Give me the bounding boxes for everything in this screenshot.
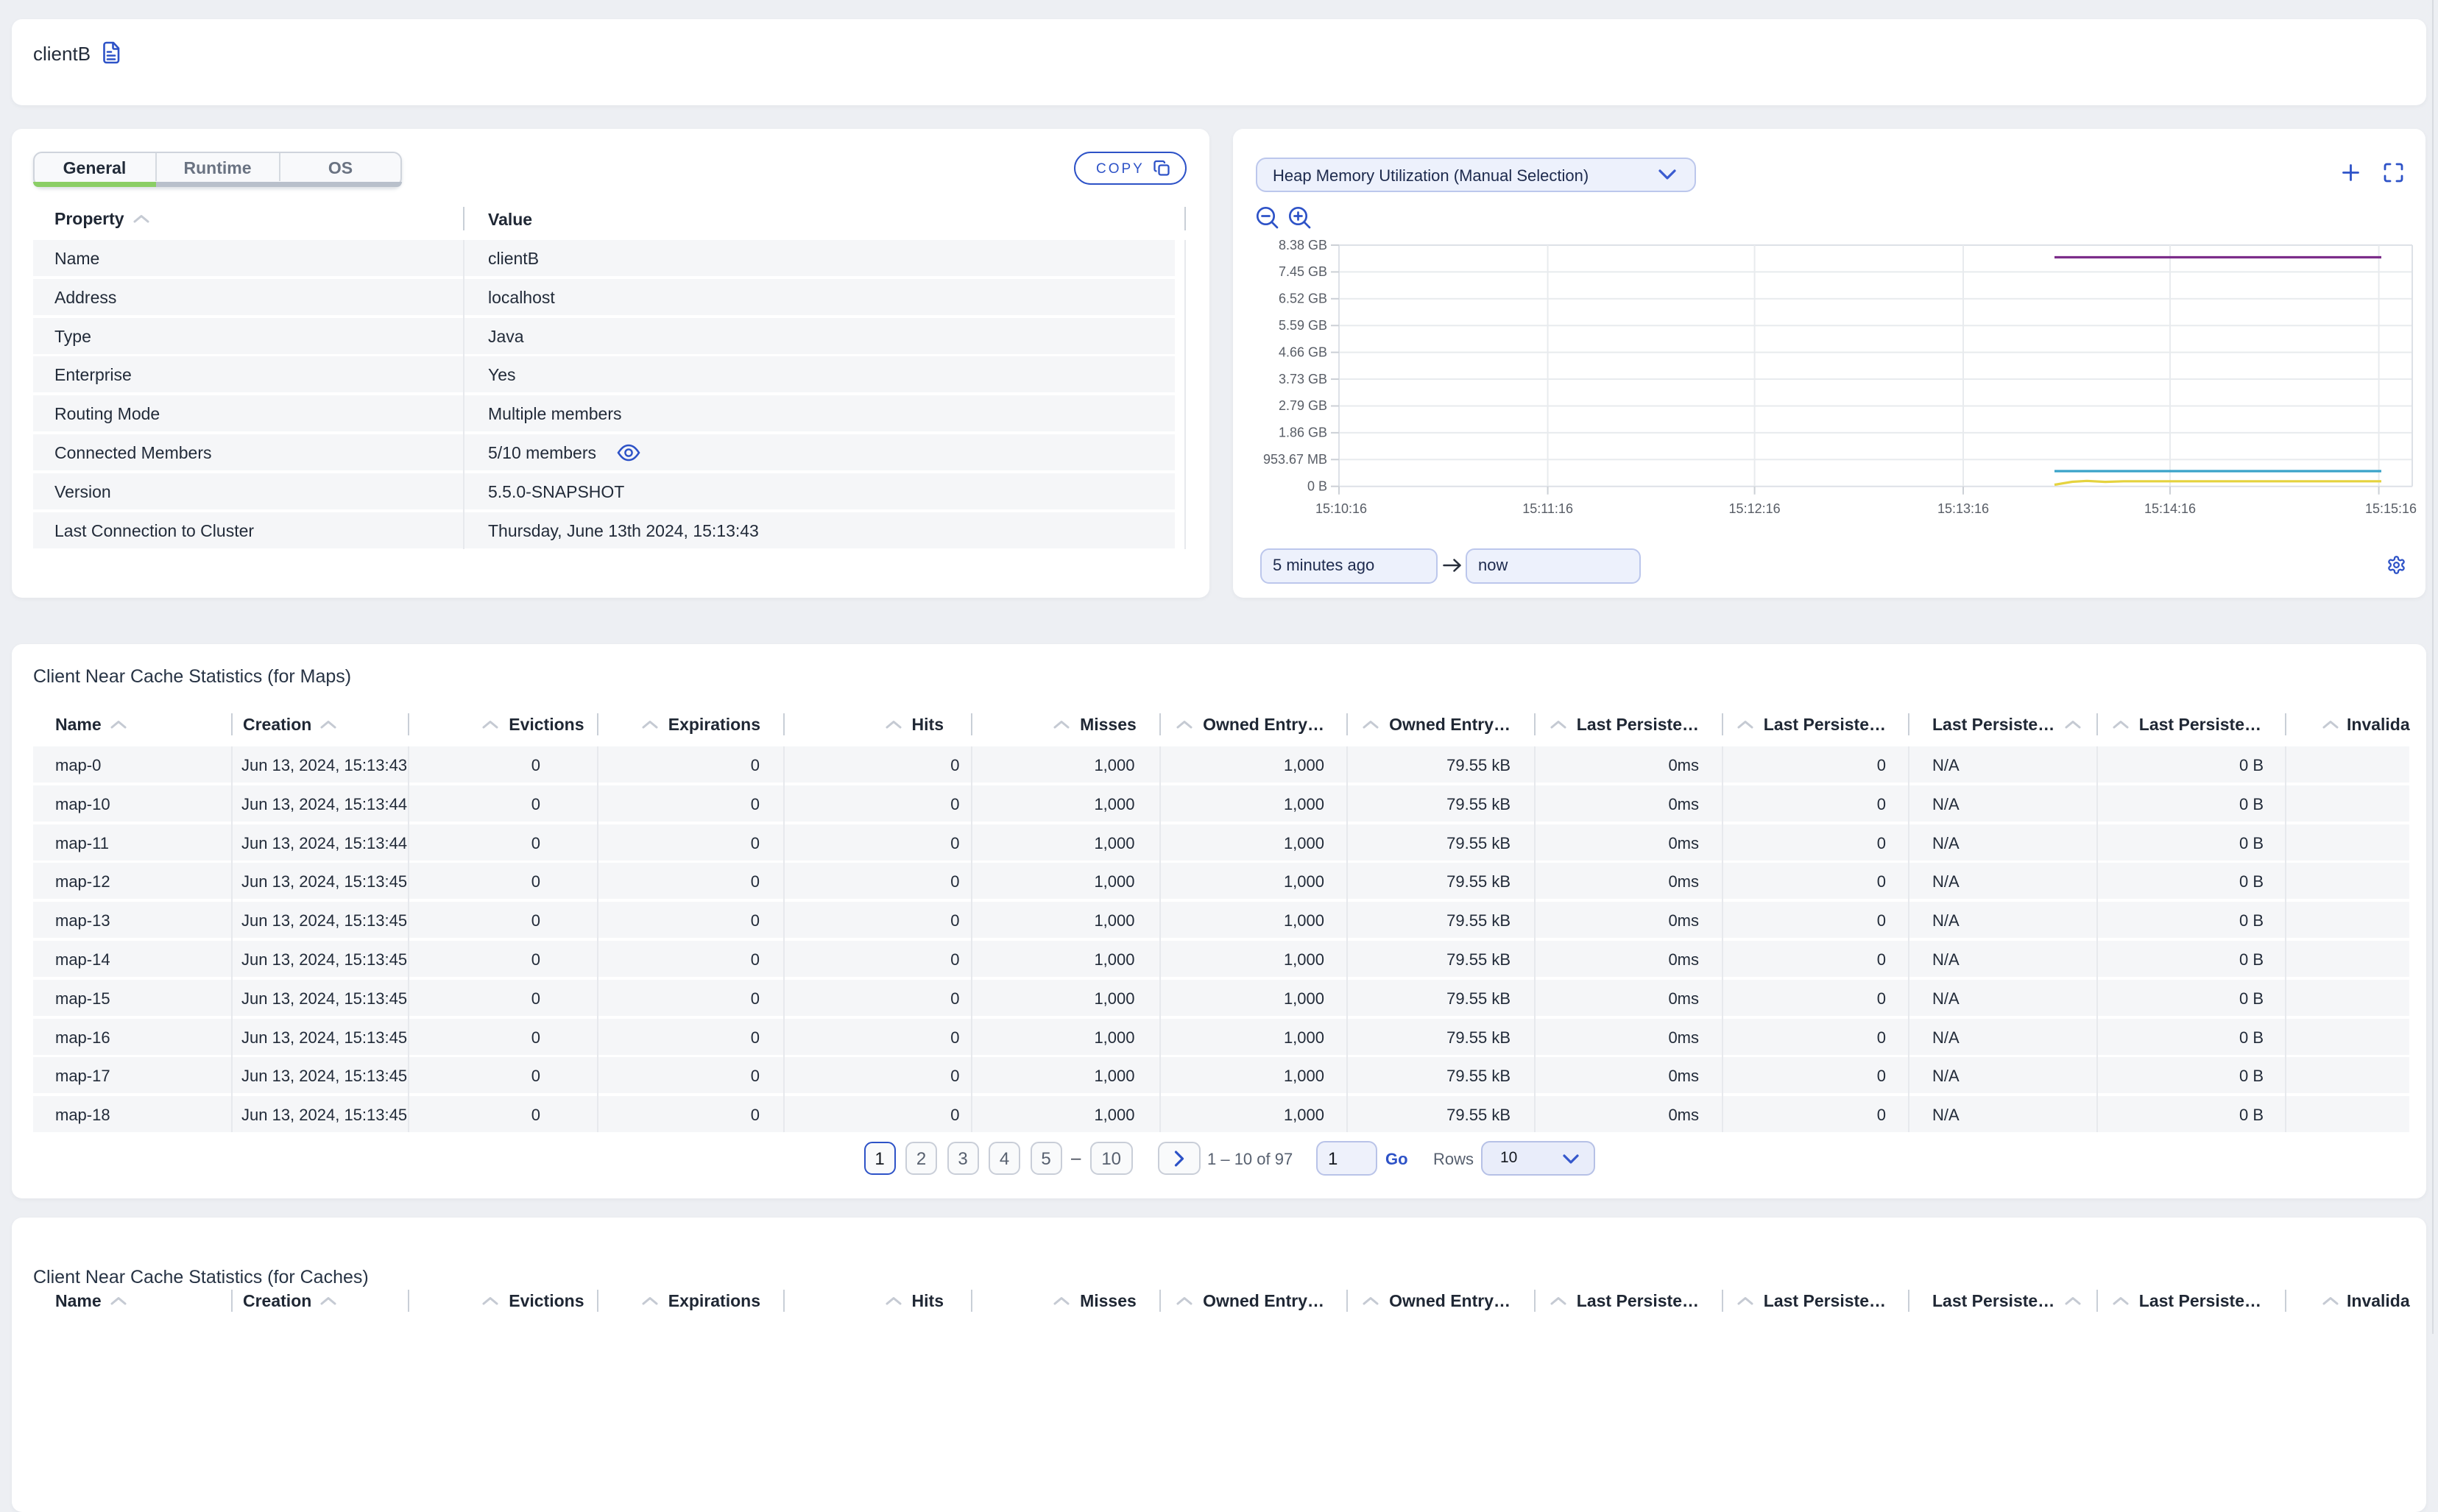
svg-text:7.45 GB: 7.45 GB — [1279, 264, 1327, 279]
svg-text:953.67 MB: 953.67 MB — [1263, 452, 1327, 467]
svg-text:1.86 GB: 1.86 GB — [1279, 425, 1327, 440]
svg-text:8.38 GB: 8.38 GB — [1279, 238, 1327, 252]
svg-text:6.52 GB: 6.52 GB — [1279, 292, 1327, 306]
svg-text:3.73 GB: 3.73 GB — [1279, 372, 1327, 386]
svg-text:15:12:16: 15:12:16 — [1729, 501, 1781, 516]
svg-text:15:11:16: 15:11:16 — [1522, 501, 1573, 516]
svg-text:15:15:16: 15:15:16 — [2365, 501, 2417, 516]
svg-text:5.59 GB: 5.59 GB — [1279, 318, 1327, 333]
svg-text:15:10:16: 15:10:16 — [1315, 501, 1367, 516]
svg-text:0 B: 0 B — [1307, 478, 1327, 493]
svg-text:15:13:16: 15:13:16 — [1937, 501, 1989, 516]
svg-text:4.66 GB: 4.66 GB — [1279, 345, 1327, 359]
svg-text:15:14:16: 15:14:16 — [2144, 501, 2196, 516]
svg-text:2.79 GB: 2.79 GB — [1279, 398, 1327, 413]
